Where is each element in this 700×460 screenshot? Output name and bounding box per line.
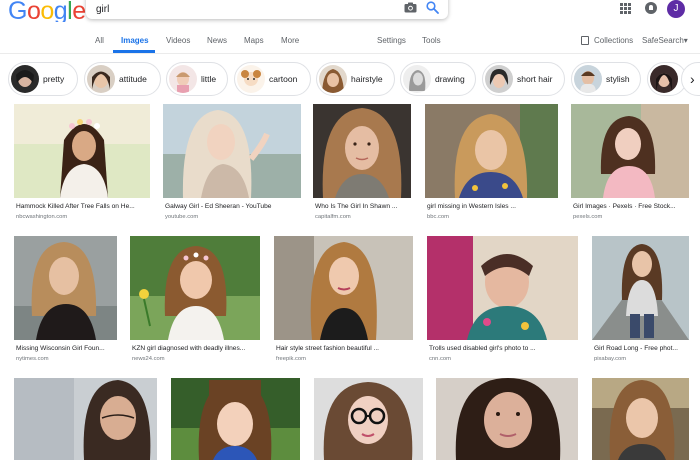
result-source: nytimes.com xyxy=(16,356,49,362)
logo-letter: g xyxy=(53,0,68,22)
chip-stylish[interactable]: stylish xyxy=(571,62,641,96)
result-image[interactable] xyxy=(14,236,117,340)
result-image[interactable] xyxy=(314,378,423,460)
result-caption[interactable]: Hair style street fashion beautiful ... xyxy=(276,345,379,352)
account-avatar[interactable]: J xyxy=(667,0,685,18)
tab-more[interactable]: More xyxy=(281,36,299,45)
search-icon[interactable] xyxy=(426,1,439,14)
chip-label: hairstyle xyxy=(351,74,383,84)
result-caption[interactable]: Who Is The Girl In Shawn ... xyxy=(315,203,397,210)
chip-thumbnail xyxy=(403,65,431,93)
chip-label: attitude xyxy=(119,74,147,84)
result-image[interactable] xyxy=(274,236,413,340)
collections-link[interactable]: Collections xyxy=(594,36,633,45)
safesearch-menu[interactable]: SafeSearch▾ xyxy=(642,36,688,45)
result-source: freepik.com xyxy=(276,356,306,362)
result-image[interactable] xyxy=(592,378,689,460)
chip-thumbnail xyxy=(169,65,197,93)
result-source: bbc.com xyxy=(427,214,449,220)
result-caption[interactable]: Galway Girl - Ed Sheeran - YouTube xyxy=(165,203,271,210)
chip-short-hair[interactable]: short hair xyxy=(482,62,565,96)
result-image[interactable] xyxy=(427,236,578,340)
chip-thumbnail xyxy=(485,65,513,93)
chip-thumbnail xyxy=(87,65,115,93)
result-source: news24.com xyxy=(132,356,165,362)
notifications-icon[interactable] xyxy=(645,2,657,14)
result-source: youtube.com xyxy=(165,214,199,220)
result-image[interactable] xyxy=(436,378,578,460)
chip-thumbnail xyxy=(11,65,39,93)
result-caption[interactable]: Girl Images · Pexels · Free Stock... xyxy=(573,203,676,210)
chip-label: pretty xyxy=(43,74,65,84)
chip-drawing[interactable]: drawing xyxy=(400,62,476,96)
tab-news[interactable]: News xyxy=(207,36,227,45)
result-caption[interactable]: Trolls used disabled girl's photo to ... xyxy=(429,345,536,352)
result-image[interactable] xyxy=(14,104,150,198)
active-tab-indicator xyxy=(113,50,155,53)
logo-letter: e xyxy=(72,0,86,22)
chip-cartoon[interactable]: cartoon xyxy=(234,62,311,96)
result-image[interactable] xyxy=(171,378,300,460)
logo-letter: G xyxy=(8,0,27,22)
result-caption[interactable]: Girl Road Long - Free phot... xyxy=(594,345,678,352)
result-image[interactable] xyxy=(163,104,301,198)
tab-videos[interactable]: Videos xyxy=(166,36,190,45)
collections-icon xyxy=(581,36,589,45)
tab-all[interactable]: All xyxy=(95,36,104,45)
search-tabs: All Images Videos News Maps More Setting… xyxy=(0,30,700,54)
tab-images[interactable]: Images xyxy=(121,36,149,45)
chip-thumbnail xyxy=(650,65,678,93)
result-caption[interactable]: KZN girl diagnosed with deadly illnes... xyxy=(132,345,245,352)
chip-thumbnail xyxy=(574,65,602,93)
result-image[interactable] xyxy=(14,378,157,460)
chip-label: drawing xyxy=(435,74,465,84)
result-image[interactable] xyxy=(571,104,689,198)
result-source: pixabay.com xyxy=(594,356,627,362)
google-logo[interactable]: Google xyxy=(8,0,86,22)
camera-icon[interactable] xyxy=(404,2,417,13)
chip-hairstyle[interactable]: hairstyle xyxy=(316,62,395,96)
result-image[interactable] xyxy=(130,236,260,340)
result-caption[interactable]: girl missing in Western Isles ... xyxy=(427,203,516,210)
search-input[interactable] xyxy=(96,1,376,17)
search-box[interactable] xyxy=(86,0,448,19)
logo-letter: o xyxy=(40,0,54,22)
tab-maps[interactable]: Maps xyxy=(244,36,264,45)
chip-thumbnail xyxy=(319,65,347,93)
chip-label: stylish xyxy=(606,74,630,84)
chip-pretty[interactable]: pretty xyxy=(8,62,78,96)
chip-label: cartoon xyxy=(269,74,298,84)
chip-label: short hair xyxy=(517,74,553,84)
chevron-right-icon: › xyxy=(690,71,695,87)
result-image[interactable] xyxy=(592,236,689,340)
result-source: pexels.com xyxy=(573,214,603,220)
result-image[interactable] xyxy=(425,104,558,198)
result-caption[interactable]: Missing Wisconsin Girl Foun... xyxy=(16,345,105,352)
result-source: cnn.com xyxy=(429,356,451,362)
logo-letter: o xyxy=(26,0,41,22)
tab-settings[interactable]: Settings xyxy=(377,36,406,45)
tab-tools[interactable]: Tools xyxy=(422,36,441,45)
chip-attitude[interactable]: attitude xyxy=(84,62,161,96)
result-source: nbcwashington.com xyxy=(16,214,68,220)
chip-thumbnail xyxy=(237,65,265,93)
apps-grid-icon[interactable] xyxy=(620,3,631,14)
chip-label: little xyxy=(201,74,217,84)
result-source: capitalfm.com xyxy=(315,214,351,220)
result-caption[interactable]: Hammock Killed After Tree Falls on He... xyxy=(16,203,135,210)
chips-next-button[interactable]: › xyxy=(681,62,700,96)
chip-little[interactable]: little xyxy=(166,62,228,96)
result-image[interactable] xyxy=(313,104,411,198)
